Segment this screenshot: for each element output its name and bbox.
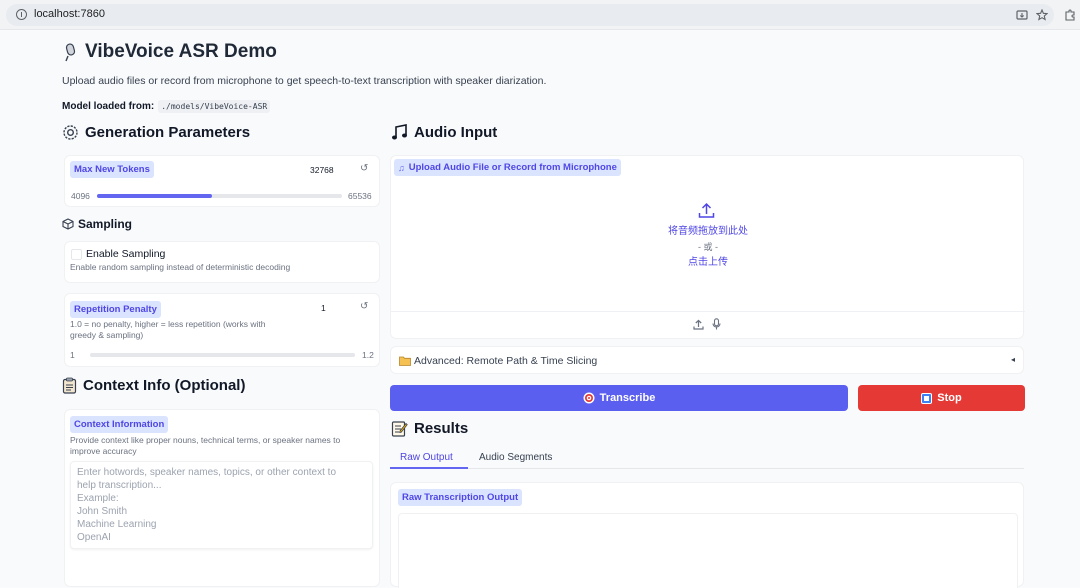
repetition-penalty-value[interactable]: 1: [321, 303, 326, 313]
url-text: localhost:7860: [34, 8, 105, 20]
folder-icon: [399, 356, 411, 366]
raw-output-label: Raw Transcription Output: [398, 489, 523, 506]
stop-button[interactable]: Stop: [858, 385, 1025, 411]
audio-upload-label-text: Upload Audio File or Record from Microph…: [408, 162, 617, 173]
page-title: VibeVoice ASR Demo: [62, 41, 277, 63]
tab-raw-output[interactable]: Raw Output: [400, 452, 453, 463]
generation-parameters-title: Generation Parameters: [85, 124, 251, 141]
transcribe-button[interactable]: Transcribe: [390, 385, 848, 411]
advanced-accordion[interactable]: Advanced: Remote Path & Time Slicing ◂: [390, 346, 1024, 374]
context-description-2: improve accuracy: [70, 446, 137, 456]
repetition-penalty-label: Repetition Penalty: [70, 301, 161, 318]
upload-icon: [698, 202, 715, 218]
active-tab-indicator: [390, 467, 468, 469]
dropzone-text: 将音频拖放到此处 - 或 - 点击上传: [391, 224, 1025, 271]
site-info-icon[interactable]: [16, 9, 27, 20]
repetition-penalty-min: 1: [70, 350, 75, 360]
max-tokens-slider-fill: [97, 194, 213, 198]
audio-upload-card: ♫ Upload Audio File or Record from Micro…: [390, 155, 1025, 339]
model-label: Model loaded from:: [62, 101, 155, 112]
app-page: VibeVoice ASR Demo Upload audio files or…: [0, 31, 1080, 588]
max-tokens-reset-icon[interactable]: ↺: [360, 163, 368, 174]
sampling-title: Sampling: [78, 217, 133, 231]
max-tokens-value[interactable]: 32768: [310, 165, 334, 175]
bookmark-star-icon[interactable]: [1036, 9, 1048, 21]
context-placeholder-line: OpenAI: [77, 532, 111, 543]
model-info: Model loaded from: ./models/VibeVoice-AS…: [62, 100, 271, 113]
max-tokens-min: 4096: [71, 191, 90, 201]
address-bar[interactable]: localhost:7860: [6, 4, 1054, 26]
stop-label: Stop: [937, 392, 962, 404]
enable-sampling-card: Enable Sampling Enable random sampling i…: [64, 241, 380, 283]
generation-parameters-heading: Generation Parameters: [62, 124, 250, 141]
audio-upload-label: ♫ Upload Audio File or Record from Micro…: [394, 159, 621, 176]
repetition-penalty-description-2: greedy & sampling): [70, 330, 144, 340]
audio-input-heading: Audio Input: [391, 124, 497, 141]
music-note-icon: ♫: [398, 162, 405, 173]
context-placeholder-line: John Smith: [77, 506, 128, 517]
max-tokens-label: Max New Tokens: [70, 161, 154, 178]
context-placeholder-line: Enter hotwords, speaker names, topics, o…: [77, 467, 337, 478]
raw-output-textarea[interactable]: [398, 513, 1018, 588]
context-info-heading: Context Info (Optional): [62, 377, 245, 394]
context-information-label: Context Information: [70, 416, 169, 433]
raw-output-card: Raw Transcription Output: [390, 482, 1024, 588]
context-description-1: Provide context like proper nouns, techn…: [70, 435, 341, 445]
microphone-source-icon[interactable]: [712, 318, 721, 330]
click-upload-text: 点击上传: [688, 257, 728, 268]
target-icon: [583, 392, 595, 404]
page-title-text: VibeVoice ASR Demo: [85, 41, 277, 62]
audio-input-title: Audio Input: [414, 124, 498, 141]
context-textarea[interactable]: Enter hotwords, speaker names, topics, o…: [70, 461, 373, 549]
gear-icon: [63, 125, 78, 140]
collapse-caret-icon: ◂: [1011, 355, 1016, 364]
results-title: Results: [414, 420, 469, 437]
upload-source-icon[interactable]: [693, 319, 704, 330]
context-placeholder-line: Example:: [77, 493, 119, 504]
drop-here-text: 将音频拖放到此处: [668, 226, 748, 237]
browser-toolbar: localhost:7860: [0, 0, 1080, 30]
tabs-divider: [468, 468, 1024, 469]
extensions-icon[interactable]: [1064, 9, 1076, 21]
advanced-label: Advanced: Remote Path & Time Slicing: [414, 355, 598, 367]
context-info-card: Context Information Provide context like…: [64, 409, 380, 587]
or-text: - 或 -: [698, 242, 718, 252]
context-info-title: Context Info (Optional): [83, 377, 246, 394]
max-tokens-slider[interactable]: [97, 194, 342, 198]
repetition-penalty-max: 1.2: [362, 350, 374, 360]
max-tokens-max: 65536: [348, 191, 372, 201]
enable-sampling-label[interactable]: Enable Sampling: [86, 248, 165, 260]
context-placeholder-line: Machine Learning: [77, 519, 157, 530]
clipboard-icon: [62, 377, 77, 394]
install-app-icon[interactable]: [1016, 9, 1028, 21]
microphone-icon: [65, 42, 76, 61]
transcribe-label: Transcribe: [599, 392, 656, 404]
page-subtitle: Upload audio files or record from microp…: [62, 75, 547, 87]
tab-audio-segments[interactable]: Audio Segments: [479, 452, 552, 463]
results-heading: Results: [391, 420, 468, 437]
context-placeholder-line: help transcription...: [77, 480, 162, 491]
repetition-penalty-reset-icon[interactable]: ↺: [360, 301, 368, 312]
audio-dropzone[interactable]: 将音频拖放到此处 - 或 - 点击上传: [391, 176, 1025, 310]
repetition-penalty-card: Repetition Penalty 1 ↺ 1.0 = no penalty,…: [64, 293, 380, 367]
repetition-penalty-description-1: 1.0 = no penalty, higher = less repetiti…: [70, 319, 266, 329]
music-notes-icon: [392, 124, 407, 140]
enable-sampling-checkbox[interactable]: [71, 249, 82, 260]
cube-icon: [62, 218, 74, 230]
max-tokens-card: Max New Tokens 32768 ↺ 4096 65536: [64, 155, 380, 207]
audio-divider: [391, 311, 1025, 312]
sampling-heading: Sampling: [62, 217, 132, 231]
model-path: ./models/VibeVoice-ASR: [158, 100, 271, 113]
enable-sampling-description: Enable random sampling instead of determ…: [70, 262, 291, 272]
repetition-penalty-slider[interactable]: [90, 353, 355, 357]
memo-icon: [391, 421, 408, 437]
stop-square-icon: [921, 392, 933, 404]
